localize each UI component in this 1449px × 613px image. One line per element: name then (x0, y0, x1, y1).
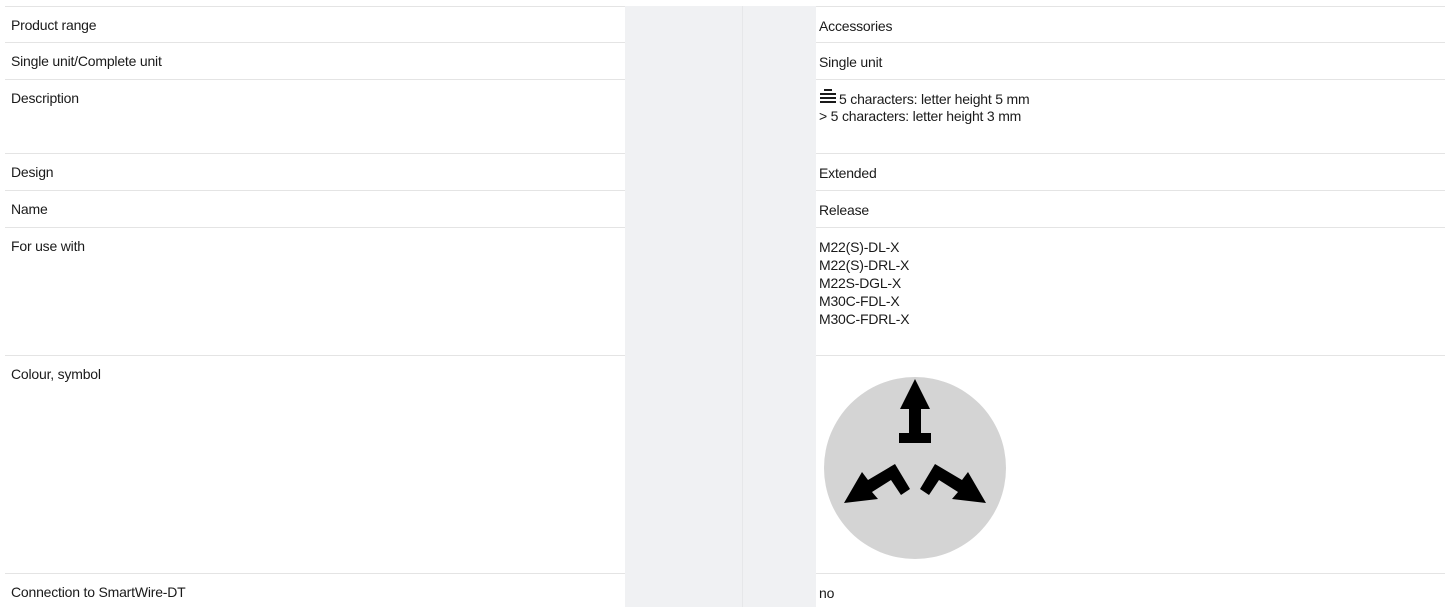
shaded-column (625, 6, 742, 42)
row-label: Name (11, 201, 48, 217)
row-value: 5 characters: letter height 5 mm > 5 cha… (819, 87, 1030, 125)
table-row: Design Extended (5, 153, 1445, 190)
shaded-column (742, 573, 816, 607)
compatible-device: M22(S)-DRL-X (819, 257, 910, 273)
shaded-column (742, 227, 816, 355)
description-line: 5 characters: letter height 5 mm (819, 87, 1030, 107)
compatible-device: M22(S)-DL-X (819, 239, 900, 255)
shaded-column (625, 227, 742, 355)
compatible-device: M30C-FDRL-X (819, 311, 910, 327)
shaded-column (742, 6, 816, 42)
table-row: Description 5 characters: letter height … (5, 79, 1445, 153)
shaded-column (742, 190, 816, 227)
shaded-column (625, 79, 742, 153)
shaded-column (625, 153, 742, 190)
row-value: Single unit (819, 54, 883, 70)
compatible-device: M30C-FDL-X (819, 293, 900, 309)
text-lines-icon (820, 89, 836, 103)
shaded-column (742, 79, 816, 153)
row-label: Single unit/Complete unit (11, 53, 162, 69)
shaded-column (742, 153, 816, 190)
row-label: Description (11, 90, 79, 106)
shaded-column (625, 42, 742, 79)
table-row: Single unit/Complete unit Single unit (5, 42, 1445, 79)
shaded-column (742, 42, 816, 79)
row-value: Release (819, 202, 869, 218)
table-row: Name Release (5, 190, 1445, 227)
shaded-column (625, 573, 742, 607)
table-row: For use with M22(S)-DL-X M22(S)-DRL-X M2… (5, 227, 1445, 355)
row-label: Connection to SmartWire-DT (11, 584, 186, 600)
specification-table: Product range Accessories Single unit/Co… (5, 6, 1445, 607)
table-row: Connection to SmartWire-DT no (5, 573, 1445, 607)
row-value: Accessories (819, 18, 893, 34)
release-symbol-icon (824, 377, 1006, 559)
description-line: > 5 characters: letter height 3 mm (819, 108, 1022, 124)
table-row: Product range Accessories (5, 6, 1445, 42)
row-label: Product range (11, 17, 97, 33)
row-label: Design (11, 164, 54, 180)
row-value: no (819, 585, 835, 601)
table-row: Colour, symbol (5, 355, 1445, 573)
row-value: Extended (819, 165, 877, 181)
row-value: M22(S)-DL-X M22(S)-DRL-X M22S-DGL-X M30C… (819, 238, 910, 328)
shaded-column (742, 355, 816, 573)
row-label: Colour, symbol (11, 366, 101, 382)
shaded-column (625, 190, 742, 227)
compatible-device: M22S-DGL-X (819, 275, 902, 291)
shaded-column (625, 355, 742, 573)
row-label: For use with (11, 238, 85, 254)
